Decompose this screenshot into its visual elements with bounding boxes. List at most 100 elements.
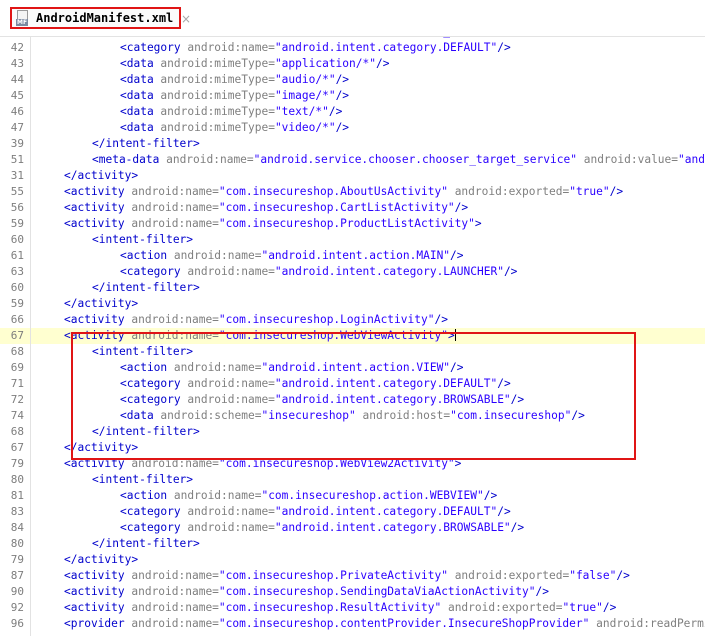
code-line[interactable]: 56 <activity android:name="com.insecuresh… bbox=[0, 200, 705, 216]
xml-attribute-token: android:name= bbox=[131, 313, 219, 326]
code-line[interactable]: 80 <intent-filter> bbox=[0, 472, 705, 488]
code-text: </activity> bbox=[64, 168, 138, 184]
code-editor[interactable]: 41<action android:name="android.intent.a… bbox=[0, 36, 705, 636]
xml-attribute-token: android:exported= bbox=[454, 185, 570, 198]
line-number: 47 bbox=[10, 121, 24, 134]
code-line[interactable]: 90 <activity android:name="com.insecuresh… bbox=[0, 584, 705, 600]
xml-tag-token: <data bbox=[120, 89, 161, 102]
xml-tag-token: <activity bbox=[64, 217, 132, 230]
code-line[interactable]: 81 <action android:name="com.insecureshop… bbox=[0, 488, 705, 504]
line-number: 84 bbox=[10, 521, 24, 534]
xml-value-token: "com.insecureshop.contentProvider.Insecu… bbox=[218, 617, 590, 630]
xml-attribute-token: android:mimeType= bbox=[160, 121, 275, 134]
xml-attribute-token: android:name= bbox=[131, 185, 219, 198]
code-line[interactable]: 60 <intent-filter> bbox=[0, 232, 705, 248]
xml-value-token: "false" bbox=[569, 569, 617, 582]
close-tab-icon[interactable]: × bbox=[181, 12, 191, 26]
xml-tag-token: <category bbox=[120, 521, 188, 534]
code-line[interactable]: 44 <data android:mimeType="audio/*"/> bbox=[0, 72, 705, 88]
line-number: 43 bbox=[10, 57, 24, 70]
code-line[interactable]: 46 <data android:mimeType="text/*"/> bbox=[0, 104, 705, 120]
code-line[interactable]: 84 <category android:name="android.intent… bbox=[0, 520, 705, 536]
code-line[interactable]: 87 <activity android:name="com.insecuresh… bbox=[0, 568, 705, 584]
code-line[interactable]: 45 <data android:mimeType="image/*"/> bbox=[0, 88, 705, 104]
xml-tag-token bbox=[441, 601, 448, 614]
xml-value-token: "com.insecureshop.AboutUsActivity" bbox=[218, 185, 448, 198]
line-number: 46 bbox=[10, 105, 24, 118]
line-number: 87 bbox=[10, 569, 24, 582]
xml-attribute-token: android:mimeType= bbox=[160, 89, 275, 102]
code-line[interactable]: 51 <meta-data android:name="android.servi… bbox=[0, 152, 705, 168]
line-number: 68 bbox=[10, 425, 24, 438]
line-number: 39 bbox=[10, 137, 24, 150]
line-number: 61 bbox=[10, 249, 24, 262]
code-text: <category android:name="android.intent.c… bbox=[120, 40, 511, 56]
editor-tab-androidmanifest[interactable]: MF AndroidManifest.xml bbox=[10, 7, 182, 29]
code-line[interactable]: 42 <category android:name="android.intent… bbox=[0, 40, 705, 56]
xml-attribute-token: android:name= bbox=[131, 201, 219, 214]
xml-tag-token: </activity> bbox=[64, 553, 139, 566]
code-line[interactable]: 79 </activity> bbox=[0, 552, 705, 568]
xml-attribute-token: android:mimeType= bbox=[160, 105, 275, 118]
code-line[interactable]: 60 </intent-filter> bbox=[0, 280, 705, 296]
code-text: </intent-filter> bbox=[92, 136, 200, 152]
code-line[interactable]: 39 </intent-filter> bbox=[0, 136, 705, 152]
xml-tag-token: /> bbox=[375, 57, 390, 70]
xml-attribute-token: android:exported= bbox=[447, 601, 563, 614]
line-number: 96 bbox=[10, 617, 24, 630]
code-line[interactable]: 96 <provider android:name="com.insecuresh… bbox=[0, 616, 705, 632]
line-number: 83 bbox=[10, 505, 24, 518]
xml-tag-token: /> bbox=[497, 41, 511, 54]
code-text: <category android:name="android.intent.c… bbox=[120, 520, 524, 536]
xml-attribute-token: android:name= bbox=[166, 153, 254, 166]
line-number: 67 bbox=[10, 329, 24, 342]
xml-tag-token: /> bbox=[335, 121, 350, 134]
code-line[interactable]: 55 <activity android:name="com.insecuresh… bbox=[0, 184, 705, 200]
code-line[interactable]: 63 <category android:name="android.intent… bbox=[0, 264, 705, 280]
webview-activity-highlight-box bbox=[71, 332, 636, 460]
xml-tag-token: /> bbox=[602, 601, 617, 614]
gutter-divider bbox=[30, 36, 31, 636]
code-line[interactable]: 31 </activity> bbox=[0, 168, 705, 184]
xml-value-token: "android.intent.category.LAUNCHER" bbox=[274, 265, 504, 278]
xml-value-token: "android.intent.action.MAIN" bbox=[261, 249, 451, 262]
code-text: <activity android:name="com.insecureshop… bbox=[64, 312, 448, 328]
code-text: <activity android:name="com.insecureshop… bbox=[64, 184, 623, 200]
code-line[interactable]: 59 <activity android:name="com.insecuresh… bbox=[0, 216, 705, 232]
code-line[interactable]: 61 <action android:name="android.intent.a… bbox=[0, 248, 705, 264]
line-number: 90 bbox=[10, 585, 24, 598]
xml-attribute-token: android:mimeType= bbox=[160, 57, 275, 70]
code-text: <intent-filter> bbox=[92, 472, 193, 488]
code-line[interactable]: 59 </activity> bbox=[0, 296, 705, 312]
xml-value-token: "android.intent.action.SEND_MULTIPLE" bbox=[261, 36, 510, 38]
code-line[interactable]: 43 <data android:mimeType="application/*"… bbox=[0, 56, 705, 72]
xml-tag-token: <data bbox=[120, 57, 161, 70]
manifest-file-icon: MF bbox=[16, 10, 30, 26]
line-number: 42 bbox=[10, 41, 24, 54]
xml-tag-token: <category bbox=[120, 505, 188, 518]
code-line[interactable]: 92 <activity android:name="com.insecuresh… bbox=[0, 600, 705, 616]
xml-tag-token: /> bbox=[328, 105, 343, 118]
code-line[interactable]: 66 <activity android:name="com.insecuresh… bbox=[0, 312, 705, 328]
line-number: 68 bbox=[10, 345, 24, 358]
xml-attribute-token: android:readPermission= bbox=[596, 617, 705, 630]
code-line[interactable]: 80 </intent-filter> bbox=[0, 536, 705, 552]
xml-tag-token: </intent-filter> bbox=[92, 137, 200, 150]
code-text: <activity android:name="com.insecureshop… bbox=[64, 216, 482, 232]
xml-value-token: "application/*" bbox=[274, 57, 376, 70]
xml-tag-token: </intent-filter> bbox=[92, 537, 200, 550]
xml-tag-token: /> bbox=[616, 569, 630, 582]
xml-tag-token: /> bbox=[503, 265, 518, 278]
code-line[interactable]: 83 <category android:name="android.intent… bbox=[0, 504, 705, 520]
xml-value-token: "image/*" bbox=[274, 89, 336, 102]
xml-tag-token: /> bbox=[510, 521, 525, 534]
xml-tag-token: /> bbox=[609, 185, 624, 198]
xml-tag-token: <data bbox=[120, 73, 161, 86]
xml-tag-token: /> bbox=[335, 89, 350, 102]
code-text: </intent-filter> bbox=[92, 280, 200, 296]
xml-value-token: "com.insecureshop.ResultActivity" bbox=[218, 601, 442, 614]
code-line[interactable]: 47 <data android:mimeType="video/*"/> bbox=[0, 120, 705, 136]
xml-tag-token: <category bbox=[120, 265, 188, 278]
xml-attribute-token: android:name= bbox=[131, 601, 219, 614]
xml-value-token: "com.insecureshop.action.WEBVIEW" bbox=[261, 489, 484, 502]
